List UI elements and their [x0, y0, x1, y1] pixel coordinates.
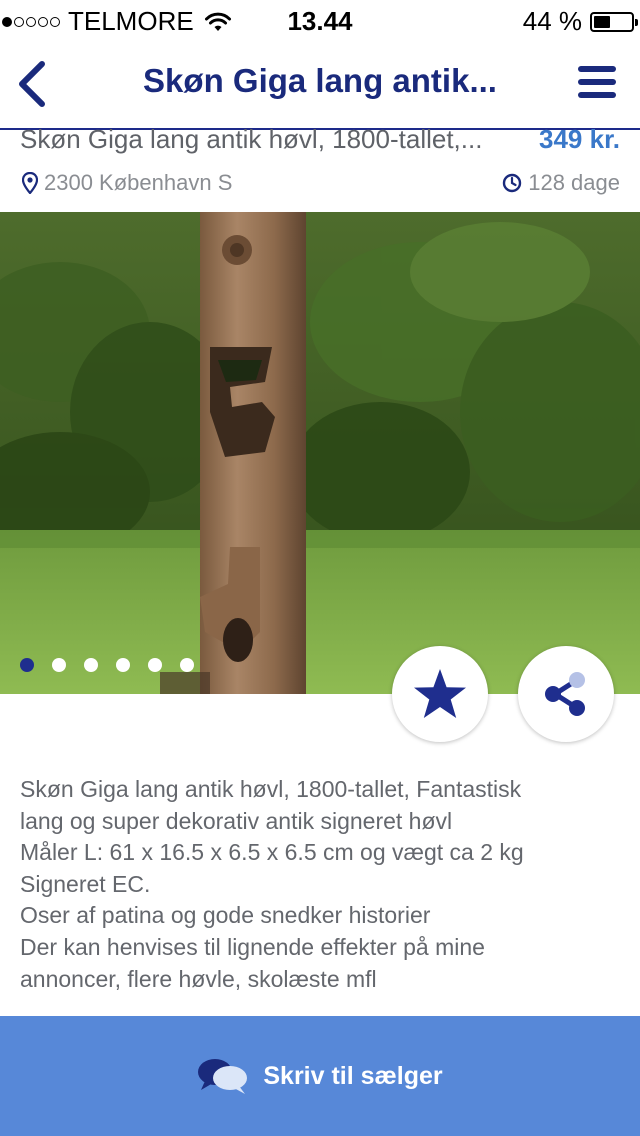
description-line: annoncer, flere høvle, skolæste mfl — [20, 965, 377, 992]
gallery-pager[interactable] — [20, 658, 194, 672]
nav-bar: Skøn Giga lang antik... — [0, 40, 640, 130]
hamburger-menu-icon[interactable] — [578, 66, 616, 102]
listing-description: Skøn Giga lang antik høvl, 1800-tallet, … — [20, 774, 620, 995]
listing-title: Skøn Giga lang antik høvl, 1800-tallet,.… — [20, 124, 483, 154]
battery-percent: 44 % — [522, 6, 582, 36]
pager-dot[interactable] — [116, 658, 130, 672]
listing-photo[interactable] — [0, 212, 640, 694]
pager-dot[interactable] — [180, 658, 194, 672]
age-text: 128 dage — [528, 170, 620, 195]
description-line: Der kan henvises til lignende effekter p… — [20, 933, 485, 960]
description-line: Skøn Giga lang antik høvl, 1800-tallet, … — [20, 776, 522, 802]
favorite-button[interactable] — [392, 646, 488, 742]
location-text: 2300 København S — [44, 170, 233, 195]
plane-photo-image — [0, 212, 640, 694]
back-chevron-icon[interactable] — [14, 60, 50, 108]
contact-seller-label: Skriv til sælger — [263, 1061, 443, 1090]
description-line: Signeret EC. — [20, 870, 151, 897]
pager-dot[interactable] — [148, 658, 162, 672]
chat-bubbles-icon — [198, 1059, 248, 1094]
listing-location: 2300 København S — [22, 170, 232, 196]
status-right: 44 % — [522, 6, 638, 37]
pager-dot[interactable] — [52, 658, 66, 672]
listing-age: 128 dage — [502, 170, 620, 196]
share-icon — [545, 672, 585, 716]
contact-seller-button[interactable]: Skriv til sælger — [0, 1016, 640, 1136]
pager-dot[interactable] — [84, 658, 98, 672]
star-icon — [414, 669, 466, 718]
location-pin-icon — [22, 172, 38, 194]
page-title: Skøn Giga lang antik... — [143, 62, 497, 99]
description-line: Måler L: 61 x 16.5 x 6.5 x 6.5 cm og væg… — [20, 839, 524, 866]
description-line: lang og super dekorativ antik signeret h… — [20, 807, 453, 834]
listing-price: 349 kr. — [539, 124, 620, 154]
battery-icon — [590, 11, 638, 32]
status-bar: TELMORE 13.44 44 % — [0, 0, 640, 40]
share-button[interactable] — [518, 646, 614, 742]
pager-dot[interactable] — [20, 658, 34, 672]
description-line: Oser af patina og gode snedker historier — [20, 902, 431, 929]
clock-icon — [503, 173, 522, 193]
